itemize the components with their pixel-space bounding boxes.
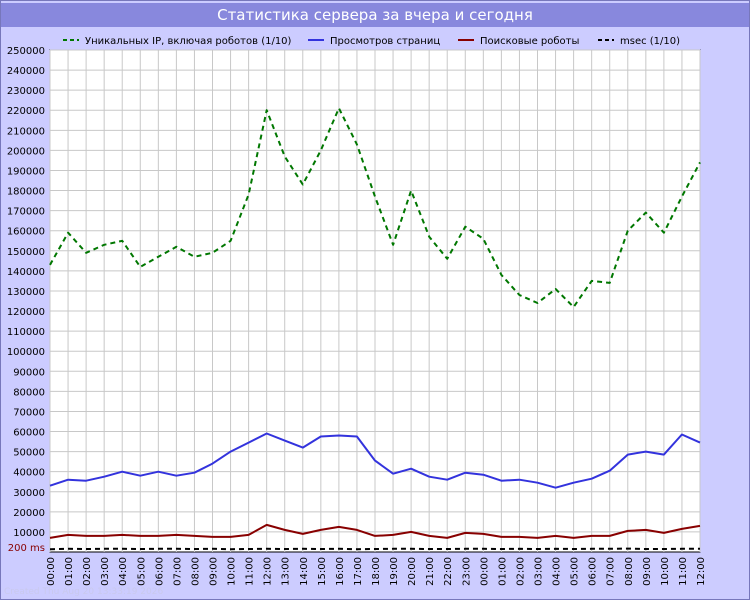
legend-label-3: msec (1/10) <box>620 36 680 47</box>
x-tick-label: 01:00 <box>497 557 508 586</box>
y-tick-label: 150000 <box>7 247 45 258</box>
x-axis-ticks: 00:00 01:00 02:00 03:00 04:00 05:00 06:00 07:00… <box>46 557 707 586</box>
x-tick-label: 01:00 <box>64 557 75 586</box>
x-tick-label: 04:00 <box>118 557 129 586</box>
y-tick-label: 180000 <box>7 187 45 198</box>
y-tick-label: 190000 <box>7 166 45 177</box>
y-tick-label: 100000 <box>7 347 45 358</box>
x-tick-label: 03:00 <box>100 557 111 586</box>
y-tick-label: 160000 <box>7 227 45 238</box>
x-tick-label: 06:00 <box>154 557 165 586</box>
chart-plot: 10000 20000 30000 40000 50000 60000 70000 80000… <box>7 36 707 586</box>
x-tick-label: 02:00 <box>82 557 93 586</box>
x-tick-label: 08:00 <box>624 557 635 586</box>
x-tick-label: 09:00 <box>209 557 220 586</box>
x-tick-label: 04:00 <box>552 557 563 586</box>
y-axis-ticks: 10000 20000 30000 40000 50000 60000 70000 80000… <box>7 46 45 539</box>
x-tick-label: 09:00 <box>642 557 653 586</box>
y-tick-label: 250000 <box>7 46 45 57</box>
x-tick-label: 19:00 <box>389 557 400 586</box>
x-tick-label: 02:00 <box>515 557 526 586</box>
x-tick-label: 10:00 <box>227 557 238 586</box>
x-tick-label: 11:00 <box>245 557 256 586</box>
legend: Уникальных IP, включая роботов (1/10) Про… <box>63 36 680 47</box>
x-tick-label: 18:00 <box>371 557 382 586</box>
y-tick-label: 10000 <box>13 528 45 539</box>
x-tick-label: 05:00 <box>570 557 581 586</box>
y-tick-label: 230000 <box>7 86 45 97</box>
y-tick-label: 130000 <box>7 287 45 298</box>
y-tick-label: 200000 <box>7 146 45 157</box>
y-tick-label: 120000 <box>7 307 45 318</box>
y-tick-label: 70000 <box>13 407 45 418</box>
footer-timestamp: Created Thu Aug 20 13:33:19 2026 <box>4 587 164 597</box>
x-tick-label: 07:00 <box>172 557 183 586</box>
y-tick-label: 40000 <box>13 468 45 479</box>
x-tick-label: 20:00 <box>407 557 418 586</box>
y-tick-label: 90000 <box>13 367 45 378</box>
legend-label-0: Уникальных IP, включая роботов (1/10) <box>85 36 292 47</box>
x-tick-label: 22:00 <box>443 557 454 586</box>
y-tick-label: 20000 <box>13 508 45 519</box>
x-tick-label: 07:00 <box>606 557 617 586</box>
x-tick-label: 15:00 <box>317 557 328 586</box>
x-tick-label: 12:00 <box>263 557 274 586</box>
x-tick-label: 08:00 <box>190 557 201 586</box>
y-tick-label: 210000 <box>7 126 45 137</box>
y-tick-label: 220000 <box>7 106 45 117</box>
y-tick-label: 80000 <box>13 387 45 398</box>
x-tick-label: 17:00 <box>353 557 364 586</box>
legend-label-2: Поисковые роботы <box>480 36 579 47</box>
x-tick-label: 11:00 <box>678 557 689 586</box>
chart-frame: Статистика сервера за вчера и сегодня 10… <box>0 0 750 600</box>
x-tick-label: 10:00 <box>660 557 671 586</box>
y-tick-label: 170000 <box>7 207 45 218</box>
y-tick-label: 140000 <box>7 267 45 278</box>
y-tick-label: 60000 <box>13 428 45 439</box>
x-tick-label: 12:00 <box>696 557 707 586</box>
ms-label: 200 ms <box>8 543 45 554</box>
x-tick-label: 03:00 <box>534 557 545 586</box>
legend-label-1: Просмотров страниц <box>330 36 440 47</box>
x-tick-label: 21:00 <box>425 557 436 586</box>
y-tick-label: 50000 <box>13 448 45 459</box>
x-tick-label: 13:00 <box>281 557 292 586</box>
x-tick-label: 05:00 <box>136 557 147 586</box>
y-tick-label: 110000 <box>7 327 45 338</box>
x-tick-label: 06:00 <box>588 557 599 586</box>
x-tick-label: 23:00 <box>461 557 472 586</box>
x-tick-label: 00:00 <box>479 557 490 586</box>
x-tick-label: 16:00 <box>335 557 346 586</box>
x-tick-label: 00:00 <box>46 557 57 586</box>
y-tick-label: 240000 <box>7 66 45 77</box>
y-tick-label: 30000 <box>13 488 45 499</box>
x-tick-label: 14:00 <box>299 557 310 586</box>
